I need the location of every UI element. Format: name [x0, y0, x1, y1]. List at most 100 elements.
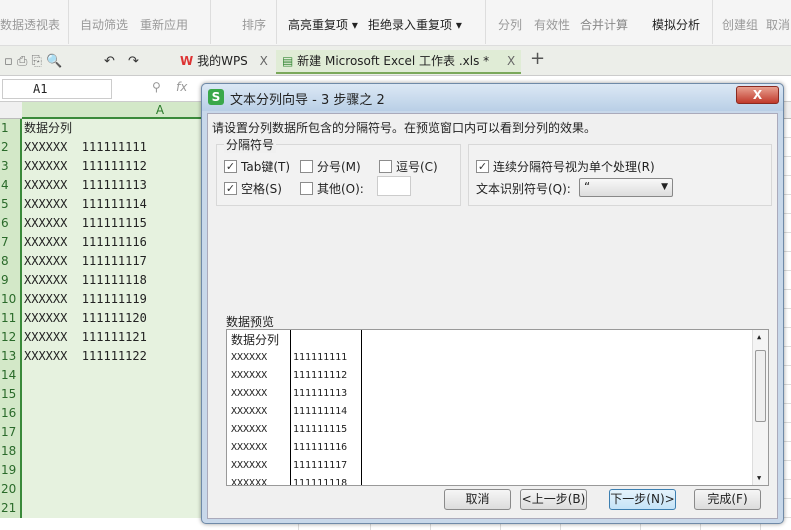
- preview-cell: XXXXXX: [231, 388, 268, 399]
- row-header[interactable]: 12: [0, 328, 22, 347]
- row-header[interactable]: 2: [0, 138, 22, 157]
- validation-button[interactable]: 有效性: [534, 16, 570, 33]
- back-button[interactable]: <上一步(B): [520, 489, 587, 510]
- tab-label: 我的WPS: [197, 54, 248, 68]
- row-header[interactable]: 18: [0, 442, 22, 461]
- qualifier-value: “: [584, 180, 591, 194]
- column-break-line[interactable]: [290, 330, 291, 485]
- checkbox-semicolon[interactable]: [300, 160, 313, 173]
- name-box[interactable]: A1: [2, 79, 112, 99]
- wps-spreadsheet-icon: S: [208, 89, 224, 105]
- zoom-icon[interactable]: ⚲: [152, 80, 161, 94]
- finish-button[interactable]: 完成(F): [694, 489, 761, 510]
- row-header[interactable]: 8: [0, 252, 22, 271]
- preview-cell: XXXXXX: [231, 460, 268, 471]
- chevron-down-icon: ▼: [661, 182, 668, 192]
- cancel-button[interactable]: 取消: [444, 489, 511, 510]
- fx-icon[interactable]: fx: [176, 80, 187, 94]
- preview-cell: XXXXXX: [231, 478, 268, 486]
- divider: [276, 0, 277, 44]
- checkbox-tab[interactable]: ✓: [224, 160, 237, 173]
- row-header[interactable]: 7: [0, 233, 22, 252]
- pivot-table-button[interactable]: 数据透视表: [0, 16, 60, 33]
- row-header[interactable]: 9: [0, 271, 22, 290]
- qualifier-select[interactable]: “▼: [579, 178, 673, 197]
- checkbox-consecutive[interactable]: ✓: [476, 160, 489, 173]
- checkbox-comma[interactable]: [379, 160, 392, 173]
- scroll-thumb[interactable]: [755, 350, 766, 422]
- reject-duplicates-button[interactable]: 拒绝录入重复项 ▾: [368, 16, 462, 33]
- row-header[interactable]: 17: [0, 423, 22, 442]
- preview-cell: XXXXXX: [231, 442, 268, 453]
- tab-excel-file[interactable]: ▤ 新建 Microsoft Excel 工作表 .xls * X: [276, 50, 522, 74]
- undo-icon[interactable]: ↶: [104, 54, 115, 69]
- consolidate-button[interactable]: 合并计算: [580, 16, 628, 33]
- checkbox-other[interactable]: [300, 182, 313, 195]
- dialog-body: 请设置分列数据所包含的分隔符号。在预览窗口内可以看到分列的效果。 分隔符号 ✓ T…: [207, 113, 778, 519]
- row-header[interactable]: 11: [0, 309, 22, 328]
- what-if-button[interactable]: 模拟分析: [652, 16, 700, 33]
- divider: [485, 0, 486, 44]
- ungroup-button[interactable]: 取消: [766, 16, 790, 33]
- close-button[interactable]: X: [736, 86, 779, 104]
- preview-cell: 111111115: [293, 424, 348, 435]
- scroll-up-icon[interactable]: ▲: [757, 333, 761, 341]
- preview-cell: XXXXXX: [231, 352, 268, 363]
- preview-scrollbar[interactable]: ▲ ▼: [752, 330, 768, 485]
- row-header[interactable]: 1: [0, 119, 22, 138]
- label: 连续分隔符号视为单个处理(R): [493, 160, 655, 174]
- sort-button[interactable]: 排序: [242, 16, 266, 33]
- row-header[interactable]: 21: [0, 499, 22, 518]
- space-checkbox[interactable]: ✓ 空格(S): [224, 180, 282, 197]
- text-to-columns-dialog: S 文本分列向导 - 3 步骤之 2 X 请设置分列数据所包含的分隔符号。在预览…: [201, 83, 784, 524]
- ribbon: 数据透视表 自动筛选 重新应用 排序 高亮重复项 ▾ 拒绝录入重复项 ▾ 分列 …: [0, 0, 791, 46]
- excel-file-icon: ▤: [282, 54, 294, 68]
- row-header[interactable]: 14: [0, 366, 22, 385]
- scroll-down-icon[interactable]: ▼: [757, 474, 761, 482]
- preview-cell: XXXXXX: [231, 406, 268, 417]
- label: 其他(O):: [317, 182, 364, 196]
- divider: [68, 0, 69, 44]
- save-icon[interactable]: ▫ ⎙ ⎘ 🔍: [4, 54, 62, 69]
- other-checkbox[interactable]: 其他(O):: [300, 180, 364, 197]
- row-header[interactable]: 10: [0, 290, 22, 309]
- preview-cell: 111111117: [293, 460, 348, 471]
- row-header[interactable]: 15: [0, 385, 22, 404]
- group-button[interactable]: 创建组: [722, 16, 758, 33]
- row-header[interactable]: 3: [0, 157, 22, 176]
- label: 分号(M): [317, 160, 361, 174]
- tab-my-wps[interactable]: W 我的WPS X: [174, 50, 274, 74]
- close-tab-icon[interactable]: X: [507, 54, 515, 68]
- data-preview: 数据分列 XXXXXX 111111111 XXXXXX 111111112 XXXXXX…: [226, 329, 769, 486]
- redo-icon[interactable]: ↷: [128, 54, 139, 69]
- row-header[interactable]: 19: [0, 461, 22, 480]
- autofilter-button[interactable]: 自动筛选: [80, 16, 128, 33]
- tab-checkbox[interactable]: ✓ Tab键(T): [224, 158, 290, 175]
- close-tab-icon[interactable]: X: [260, 54, 268, 68]
- consecutive-checkbox[interactable]: ✓ 连续分隔符号视为单个处理(R): [476, 158, 655, 175]
- row-header[interactable]: 6: [0, 214, 22, 233]
- text-to-columns-button[interactable]: 分列: [498, 16, 522, 33]
- preview-cell: 111111112: [293, 370, 348, 381]
- comma-checkbox[interactable]: 逗号(C): [379, 158, 438, 175]
- tab-label: 新建 Microsoft Excel 工作表 .xls *: [297, 54, 490, 68]
- highlight-duplicates-button[interactable]: 高亮重复项 ▾: [288, 16, 358, 33]
- next-button[interactable]: 下一步(N)>: [609, 489, 676, 510]
- semicolon-checkbox[interactable]: 分号(M): [300, 158, 361, 175]
- wps-logo-icon: W: [180, 54, 194, 68]
- column-break-line[interactable]: [361, 330, 362, 485]
- dialog-titlebar: S 文本分列向导 - 3 步骤之 2 X: [202, 84, 783, 111]
- row-header[interactable]: 13: [0, 347, 22, 366]
- checkbox-space[interactable]: ✓: [224, 182, 237, 195]
- reapply-button[interactable]: 重新应用: [140, 16, 188, 33]
- other-delimiter-input[interactable]: [377, 176, 411, 196]
- new-tab-button[interactable]: +: [524, 48, 551, 72]
- row-header[interactable]: 16: [0, 404, 22, 423]
- preview-cell: 111111118: [293, 478, 348, 486]
- row-header[interactable]: 5: [0, 195, 22, 214]
- row-header[interactable]: 20: [0, 480, 22, 499]
- preview-cell: XXXXXX: [231, 424, 268, 435]
- label: 空格(S): [241, 182, 282, 196]
- tab-bar: ▫ ⎙ ⎘ 🔍 ↶ ↷ W 我的WPS X ▤ 新建 Microsoft Exc…: [0, 46, 791, 76]
- row-header[interactable]: 4: [0, 176, 22, 195]
